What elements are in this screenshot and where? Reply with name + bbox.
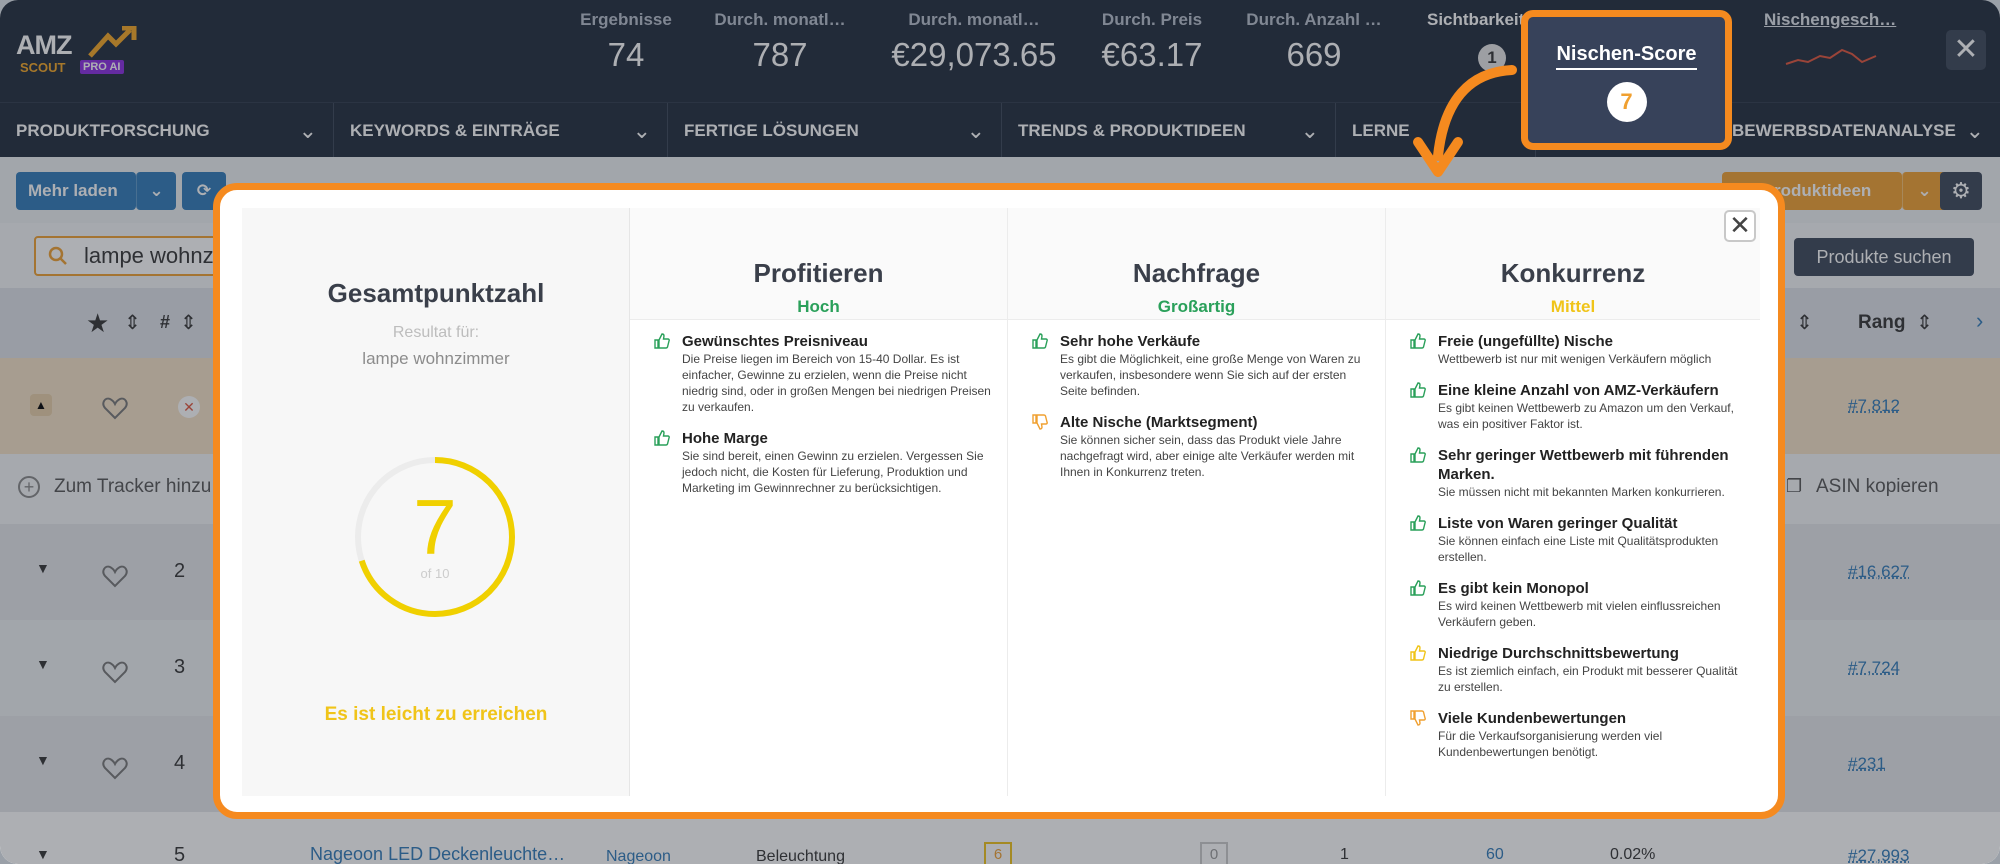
item-desc: Es ist ziemlich einfach, ein Produkt mit… [1438,664,1738,694]
thumbs-up-icon [1410,515,1426,531]
thumbs-up-icon [1032,333,1048,349]
list-item: Gewünschtes Preisniveau Die Preise liege… [654,332,995,415]
item-title: Sehr geringer Wettbewerb mit führenden M… [1438,447,1729,483]
column-header: Profitieren Hoch [630,208,1007,320]
item-title: Sehr hohe Verkäufe [1060,333,1201,350]
item-title: Niedrige Durchschnittsbewertung [1438,645,1679,662]
item-desc: Sie müssen nicht mit bekannten Marken ko… [1438,485,1725,499]
item-title: Gewünschtes Preisniveau [682,333,868,350]
column-title: Konkurrenz [1500,258,1646,288]
thumbs-up-icon [1410,580,1426,596]
thumbs-up-icon [654,333,670,349]
column-konkurrenz: Konkurrenz Mittel Freie (ungefüllte) Nis… [1386,208,1760,796]
item-desc: Für die Verkaufsorganisierung werden vie… [1438,729,1663,759]
item-title: Hohe Marge [682,430,768,447]
column-level: Großartig [1157,297,1236,316]
thumbs-up-icon [1410,447,1426,463]
niche-score-modal: Gesamtpunktzahl Resultat für: lampe wohn… [242,208,1760,796]
thumbs-down-icon [1410,710,1426,726]
item-desc: Es gibt keinen Wettbewerb zu Amazon um d… [1438,401,1734,431]
thumbs-up-icon [1410,333,1426,349]
gauge-max: of 10 [421,566,450,581]
list-item: Viele Kundenbewertungen Für die Verkaufs… [1410,709,1752,760]
verdict-text: Es ist leicht zu erreichen [324,704,548,725]
score-gauge: 7 of 10 [355,457,515,617]
item-title: Es gibt kein Monopol [1438,580,1589,597]
thumbs-up-icon [654,430,670,446]
item-desc: Es wird keinen Wettbewerb mit vielen ein… [1438,599,1721,629]
column-title: Nachfrage [1132,258,1261,288]
result-for-label: Resultat für: [392,324,480,341]
thumbs-up-icon [1410,645,1426,661]
list-item: Freie (ungefüllte) Nische Wettbewerb ist… [1410,332,1752,367]
close-icon[interactable]: ✕ [1724,210,1756,242]
column-nachfrage: Nachfrage Großartig Sehr hohe Verkäufe E… [1008,208,1386,796]
column-items: Gewünschtes Preisniveau Die Preise liege… [630,332,1007,510]
nischen-score-callout[interactable]: Nischen-Score 7 [1521,10,1732,150]
overall-score-panel: Gesamtpunktzahl Resultat für: lampe wohn… [242,208,630,796]
app-window: AMZ SCOUT PRO AI Ergebnisse 74 Durch. mo… [0,0,2000,864]
column-items: Freie (ungefüllte) Nische Wettbewerb ist… [1386,332,1760,774]
list-item: Es gibt kein Monopol Es wird keinen Wett… [1410,579,1752,630]
item-desc: Wettbewerb ist nur mit wenigen Verkäufer… [1438,352,1712,366]
item-title: Liste von Waren geringer Qualität [1438,515,1678,532]
overall-title: Gesamtpunktzahl [327,278,545,308]
list-item: Niedrige Durchschnittsbewertung Es ist z… [1410,644,1752,695]
nischen-score-value: 7 [1606,82,1647,122]
column-profitieren: Profitieren Hoch Gewünschtes Preisniveau… [630,208,1008,796]
item-desc: Sie können sicher sein, dass das Produkt… [1060,433,1355,479]
list-item: Eine kleine Anzahl von AMZ-Verkäufern Es… [1410,381,1752,432]
gauge-score: 7 [413,483,456,571]
curved-arrow-icon [1413,65,1517,177]
nischen-score-title: Nischen-Score [1556,43,1697,70]
thumbs-down-icon [1032,414,1048,430]
list-item: Sehr hohe Verkäufe Es gibt die Möglichke… [1032,332,1373,399]
column-items: Sehr hohe Verkäufe Es gibt die Möglichke… [1008,332,1385,494]
item-title: Viele Kundenbewertungen [1438,710,1627,727]
thumbs-up-icon [1410,382,1426,398]
column-level: Hoch [797,297,840,316]
result-keyword: lampe wohnzimmer [362,349,510,368]
column-level: Mittel [1550,297,1596,316]
list-item: Sehr geringer Wettbewerb mit führenden M… [1410,446,1752,500]
item-title: Freie (ungefüllte) Nische [1438,333,1614,350]
item-desc: Es gibt die Möglichkeit, eine große Meng… [1060,352,1361,398]
list-item: Alte Nische (Marktsegment) Sie können si… [1032,413,1373,480]
list-item: Hohe Marge Sie sind bereit, einen Gewinn… [654,429,995,496]
item-title: Eine kleine Anzahl von AMZ-Verkäufern [1438,382,1719,399]
column-header: Nachfrage Großartig [1008,208,1385,320]
item-title: Alte Nische (Marktsegment) [1060,414,1258,431]
item-desc: Sie können einfach eine Liste mit Qualit… [1438,534,1719,564]
item-desc: Die Preise liegen im Bereich von 15-40 D… [682,352,991,414]
list-item: Liste von Waren geringer Qualität Sie kö… [1410,514,1752,565]
column-title: Profitieren [753,258,884,288]
item-desc: Sie sind bereit, einen Gewinn zu erziele… [682,449,984,495]
column-header: Konkurrenz Mittel [1386,208,1760,320]
